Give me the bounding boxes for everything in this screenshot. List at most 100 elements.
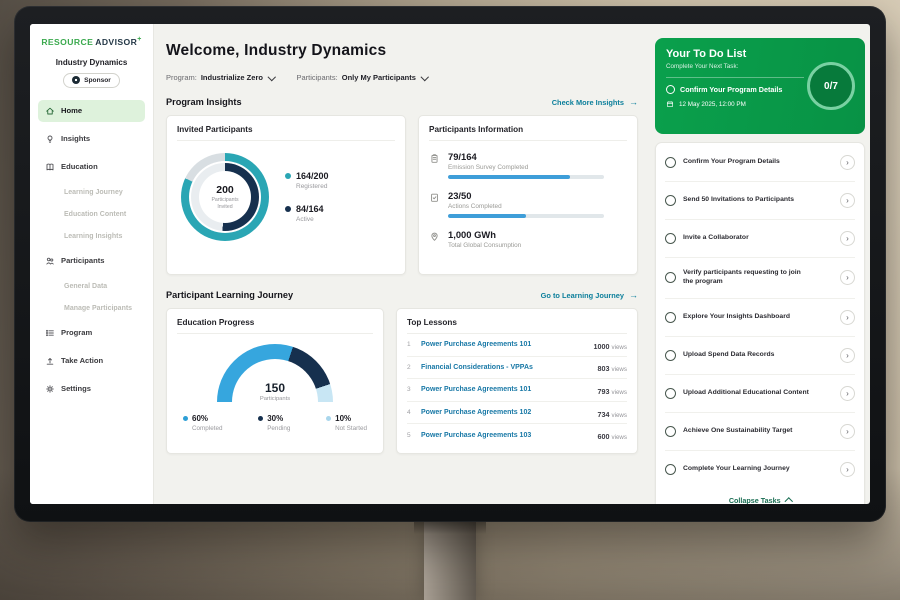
chevron-right-icon[interactable]: ›	[840, 424, 855, 439]
sidebar-item-home[interactable]: Home	[38, 100, 145, 122]
clipboard-icon	[429, 153, 440, 164]
check-more-insights-link[interactable]: Check More Insights →	[552, 98, 638, 107]
insights-cards-row: Invited Participants 200 Participants In…	[166, 115, 638, 275]
todo-header-card: Your To Do List Complete Your Next Task:…	[655, 38, 865, 134]
task-checkbox[interactable]	[665, 312, 676, 323]
chevron-right-icon[interactable]: ›	[840, 348, 855, 363]
chevron-right-icon[interactable]: ›	[840, 310, 855, 325]
todo-title: Your To Do List	[666, 48, 854, 60]
lesson-link[interactable]: Power Purchase Agreements 101	[421, 341, 587, 348]
legend-item-pending: 30% Pending	[258, 414, 290, 432]
chevron-down-icon	[421, 73, 429, 81]
sidebar-item-education[interactable]: Education	[38, 156, 145, 178]
learning-journey-section-head: Participant Learning Journey Go to Learn…	[166, 290, 638, 300]
sponsor-icon	[72, 76, 80, 84]
task-checkbox[interactable]	[665, 272, 676, 283]
sidebar-item-settings[interactable]: Settings	[38, 378, 145, 400]
lesson-row[interactable]: 3 Power Purchase Agreements 101 793views	[407, 379, 627, 402]
checklist-icon	[429, 192, 440, 203]
app-logo: RESOURCEADVISOR+	[38, 34, 145, 48]
chevron-right-icon[interactable]: ›	[840, 155, 855, 170]
legend-item-registered: 164/200 Registered	[285, 171, 329, 190]
navy-dot-icon	[285, 206, 291, 212]
chevron-right-icon[interactable]: ›	[840, 386, 855, 401]
sidebar-item-manage-participants[interactable]: Manage Participants	[38, 300, 145, 318]
todo-progress-ring: 0/7	[807, 62, 855, 110]
sidebar: RESOURCEADVISOR+ Industry Dynamics Spons…	[30, 24, 154, 504]
task-item-complete-learning-journey[interactable]: Complete Your Learning Journey ›	[665, 451, 855, 488]
lesson-row[interactable]: 4 Power Purchase Agreements 102 734views	[407, 402, 627, 425]
calendar-icon	[666, 100, 674, 108]
gear-icon	[45, 384, 55, 394]
sidebar-item-participants[interactable]: Participants	[38, 250, 145, 272]
checkbox-icon[interactable]	[666, 85, 675, 94]
chevron-right-icon[interactable]: ›	[840, 193, 855, 208]
lesson-link[interactable]: Power Purchase Agreements 101	[421, 386, 591, 393]
task-checkbox[interactable]	[665, 195, 676, 206]
sidebar-item-education-content[interactable]: Education Content	[38, 206, 145, 224]
lesson-link[interactable]: Power Purchase Agreements 103	[421, 432, 591, 439]
donut-center-value: 200	[216, 184, 234, 196]
participants-filter-value: Only My Participants	[342, 73, 416, 82]
task-item-invite-collaborator[interactable]: Invite a Collaborator ›	[665, 220, 855, 258]
card-title-lessons: Top Lessons	[407, 318, 627, 334]
location-pin-icon	[429, 231, 440, 242]
arrow-right-icon: →	[629, 291, 638, 300]
lesson-row[interactable]: 1 Power Purchase Agreements 101 1000view…	[407, 334, 627, 357]
navy-dot-icon	[258, 416, 263, 421]
org-name: Industry Dynamics	[38, 58, 145, 67]
sidebar-item-insights[interactable]: Insights	[38, 128, 145, 150]
participants-filter[interactable]: Participants: Only My Participants	[296, 73, 427, 82]
lesson-row[interactable]: 5 Power Purchase Agreements 103 600views	[407, 424, 627, 446]
todo-next-task[interactable]: Confirm Your Program Details	[666, 77, 804, 94]
task-item-explore-insights[interactable]: Explore Your Insights Dashboard ›	[665, 299, 855, 337]
task-item-upload-educational-content[interactable]: Upload Additional Educational Content ›	[665, 375, 855, 413]
task-checkbox[interactable]	[665, 388, 676, 399]
book-icon	[45, 162, 55, 172]
lesson-link[interactable]: Financial Considerations - VPPAs	[421, 364, 591, 371]
todo-panel: Your To Do List Complete Your Next Task:…	[650, 24, 870, 504]
sidebar-item-general-data[interactable]: General Data	[38, 278, 145, 296]
program-insights-section-head: Program Insights Check More Insights →	[166, 97, 638, 107]
task-checkbox[interactable]	[665, 350, 676, 361]
list-icon	[45, 328, 55, 338]
info-progress-fill	[448, 175, 570, 179]
gauge-center: 150 Participants	[217, 382, 333, 402]
task-checkbox[interactable]	[665, 157, 676, 168]
task-item-send-invitations[interactable]: Send 50 Invitations to Participants ›	[665, 182, 855, 220]
main-content: Welcome, Industry Dynamics Program: Indu…	[154, 24, 650, 504]
task-checkbox[interactable]	[665, 464, 676, 475]
sidebar-item-take-action[interactable]: Take Action	[38, 350, 145, 372]
lesson-link[interactable]: Power Purchase Agreements 102	[421, 409, 591, 416]
info-progress-fill	[448, 214, 526, 218]
task-item-confirm-program[interactable]: Confirm Your Program Details ›	[665, 144, 855, 182]
sidebar-item-program[interactable]: Program	[38, 322, 145, 344]
legend-item-completed: 60% Completed	[183, 414, 222, 432]
program-filter[interactable]: Program: Industrialize Zero	[166, 73, 274, 82]
gauge-legend: 60% Completed 30% Pending 10%	[177, 414, 373, 432]
donut-legend: 164/200 Registered 84/164 Active	[285, 171, 329, 223]
section-title-program-insights: Program Insights	[166, 97, 242, 107]
participants-information-card: Participants Information 79/164 Emission…	[418, 115, 638, 275]
chevron-right-icon[interactable]: ›	[840, 231, 855, 246]
dashboard-screen: RESOURCEADVISOR+ Industry Dynamics Spons…	[30, 24, 870, 504]
sidebar-item-learning-insights[interactable]: Learning Insights	[38, 228, 145, 246]
task-item-verify-participants[interactable]: Verify participants requesting to join t…	[665, 258, 855, 299]
lesson-row[interactable]: 2 Financial Considerations - VPPAs 803vi…	[407, 357, 627, 380]
go-to-learning-journey-link[interactable]: Go to Learning Journey →	[541, 291, 638, 300]
sponsor-badge: Sponsor	[63, 73, 120, 88]
task-item-achieve-target[interactable]: Achieve One Sustainability Target ›	[665, 413, 855, 451]
sidebar-item-learning-journey[interactable]: Learning Journey	[38, 184, 145, 202]
task-checkbox[interactable]	[665, 426, 676, 437]
education-progress-card: Education Progress 150 Participants	[166, 308, 384, 454]
donut-center: 200 Participants Invited	[199, 171, 251, 223]
chevron-right-icon[interactable]: ›	[840, 462, 855, 477]
pale-dot-icon	[326, 416, 331, 421]
program-filter-label: Program:	[166, 73, 197, 82]
chevron-right-icon[interactable]: ›	[840, 270, 855, 285]
scene-background: RESOURCEADVISOR+ Industry Dynamics Spons…	[0, 0, 900, 600]
task-checkbox[interactable]	[665, 233, 676, 244]
collapse-tasks-link[interactable]: Collapse Tasks	[665, 488, 855, 504]
task-item-upload-spend-data[interactable]: Upload Spend Data Records ›	[665, 337, 855, 375]
sidebar-nav: Home Insights Education Learning Journey	[38, 100, 145, 400]
